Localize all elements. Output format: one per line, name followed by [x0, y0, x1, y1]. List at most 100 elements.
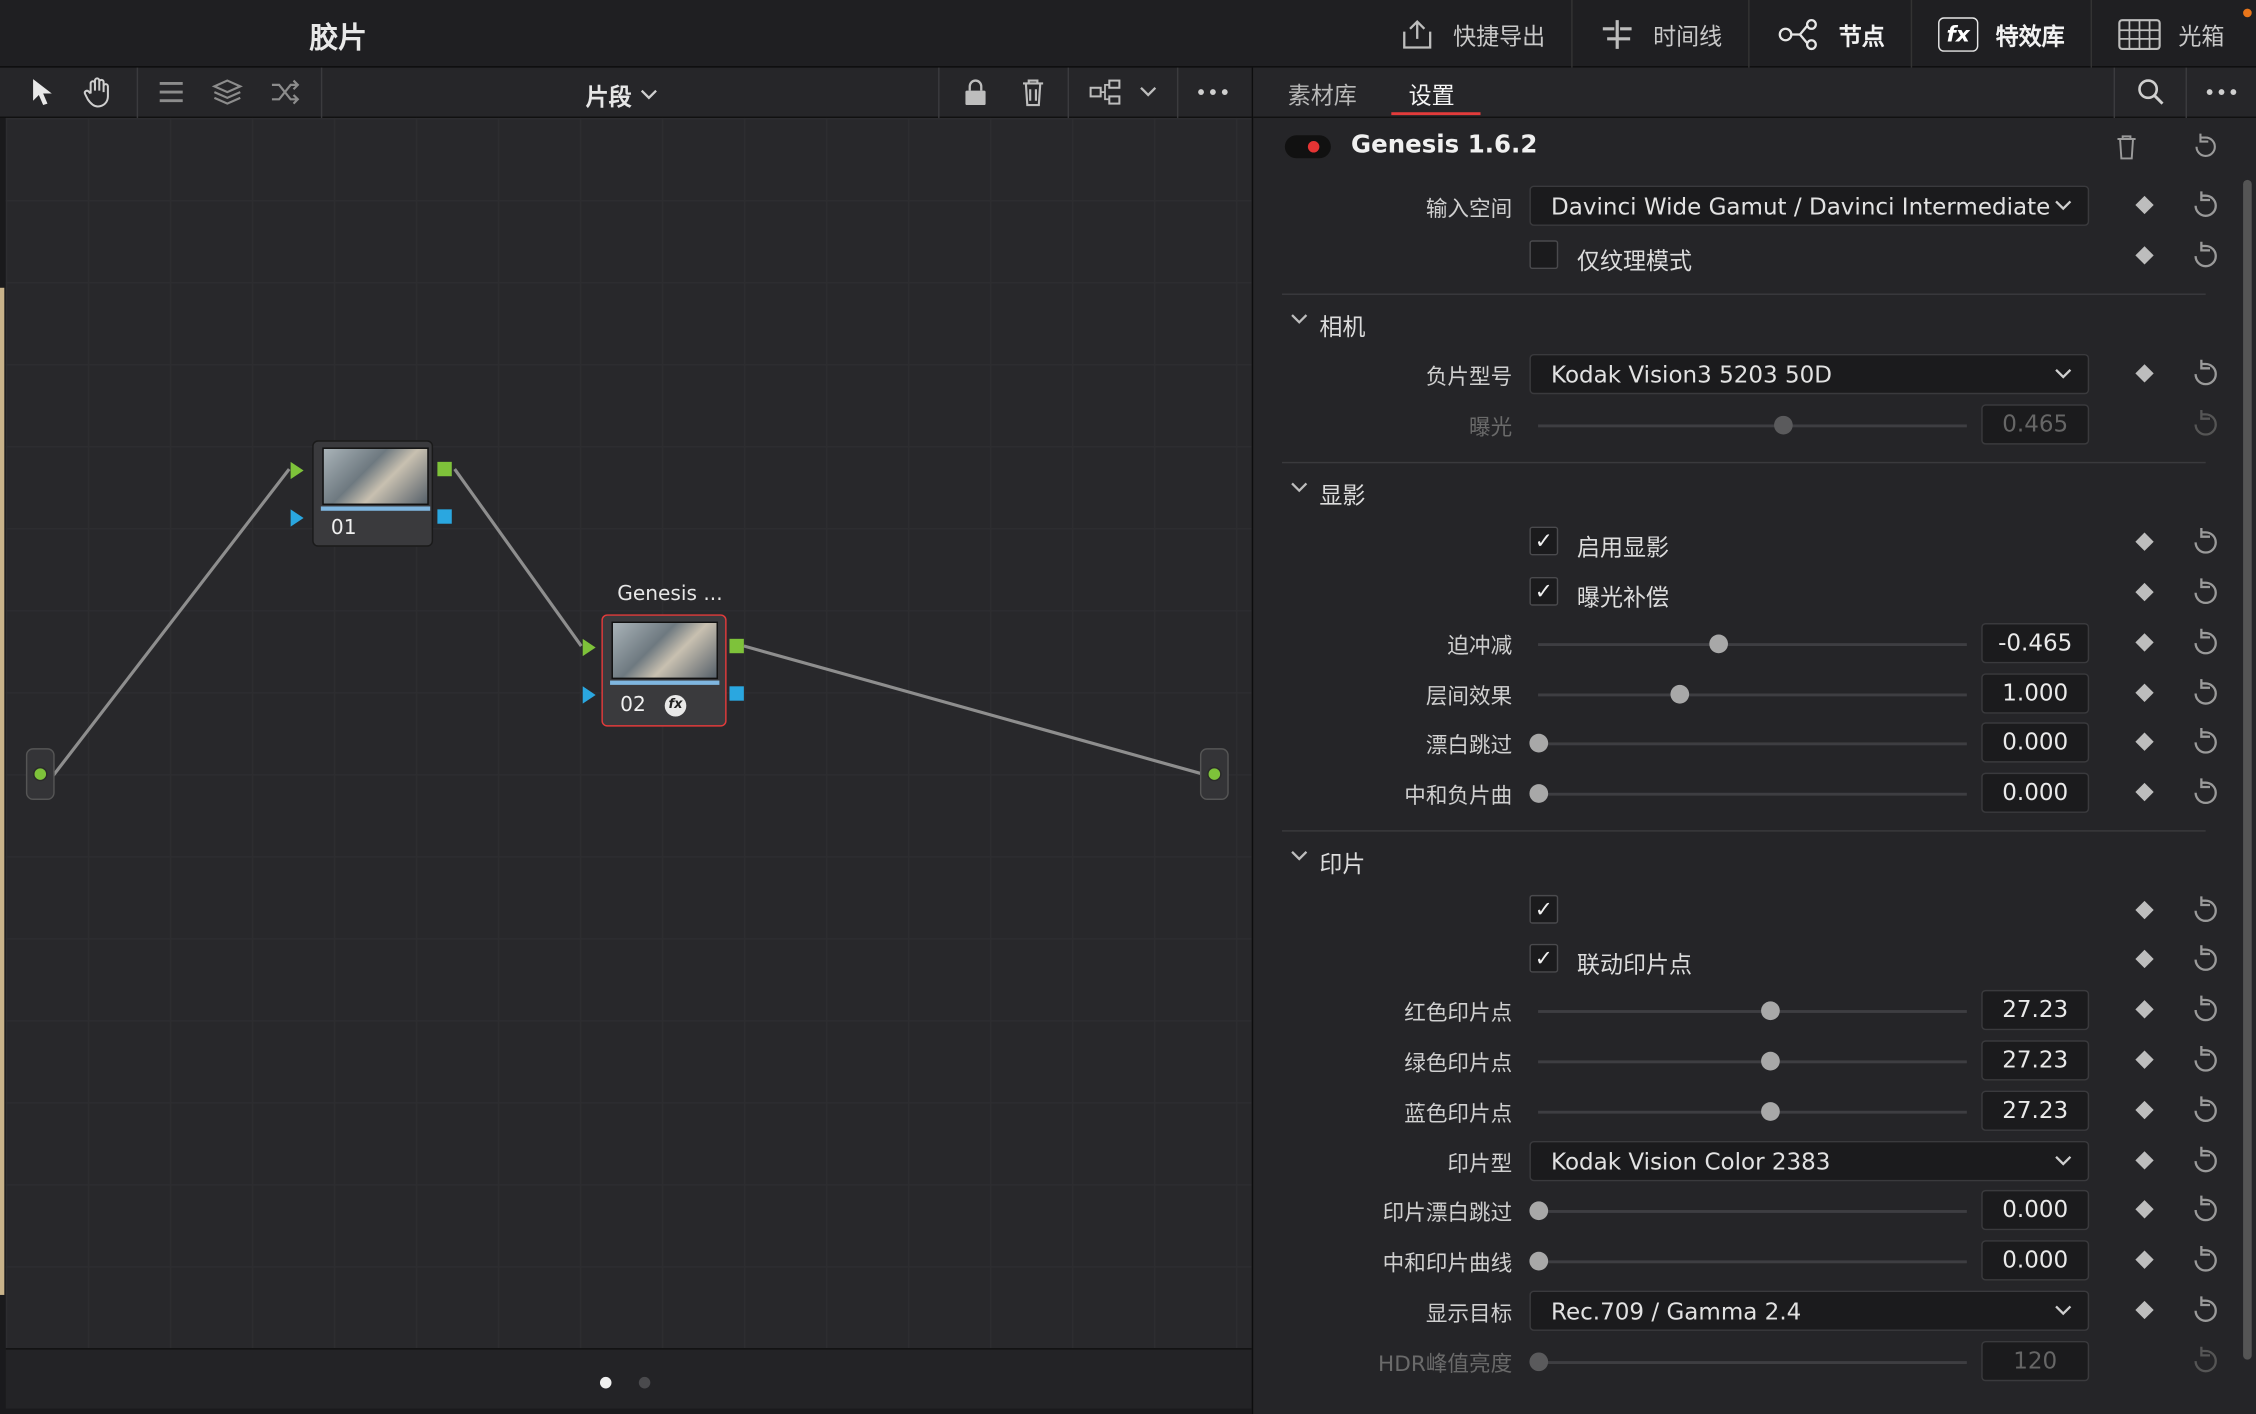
page-dot[interactable] [638, 1376, 651, 1389]
reset-icon[interactable] [2190, 1095, 2222, 1127]
node-01[interactable]: 01 [312, 440, 434, 547]
output-endpoint[interactable] [1199, 748, 1229, 800]
keyframe-icon[interactable] [2135, 949, 2154, 969]
hand-tool-icon[interactable] [82, 76, 114, 108]
page-dot-active[interactable] [599, 1376, 612, 1389]
segment-dropdown[interactable]: 片段 [586, 78, 658, 113]
reset-icon[interactable] [2190, 627, 2222, 659]
hdr-peak-value[interactable]: 120 [1981, 1340, 2090, 1382]
reset-icon[interactable] [2190, 240, 2222, 272]
slider-knob[interactable] [1529, 1352, 1549, 1372]
reset-icon[interactable] [2190, 577, 2222, 609]
print-section-header[interactable]: 印片 [1253, 835, 2256, 884]
keyframe-icon[interactable] [2135, 1050, 2154, 1069]
input-endpoint[interactable] [25, 748, 55, 800]
slider-knob[interactable] [1709, 634, 1729, 654]
keyframe-icon[interactable] [2135, 582, 2154, 602]
keyframe-icon[interactable] [2135, 246, 2154, 265]
more-options-icon[interactable] [2206, 76, 2238, 108]
negative-dropdown[interactable]: Kodak Vision3 5203 50D [1529, 353, 2090, 395]
print-bleach-slider[interactable] [1529, 1201, 1967, 1221]
node-graph-canvas[interactable]: 01 Genesis ... 02 fx [5, 117, 1252, 1349]
push-pull-slider[interactable] [1538, 634, 1967, 654]
reset-all-icon[interactable] [2190, 131, 2222, 163]
reset-icon[interactable] [2190, 678, 2222, 710]
reset-icon[interactable] [2190, 1245, 2222, 1277]
keyframe-icon[interactable] [2135, 732, 2154, 751]
neutral-print-slider[interactable] [1529, 1251, 1967, 1271]
input-space-dropdown[interactable]: Davinci Wide Gamut / Davinci Intermediat… [1529, 185, 2090, 226]
neutral-neg-value[interactable]: 0.000 [1981, 772, 2090, 813]
reset-icon[interactable] [2190, 1045, 2222, 1077]
reset-icon[interactable] [2190, 994, 2222, 1026]
keyframe-icon[interactable] [2135, 633, 2154, 652]
node-01-alpha-input[interactable] [290, 509, 304, 527]
shuffle-icon[interactable] [269, 76, 301, 108]
link-points-checkbox[interactable]: ✓ [1529, 943, 1559, 973]
exposure-comp-checkbox[interactable]: ✓ [1529, 576, 1559, 606]
slider-knob[interactable] [1529, 1251, 1549, 1271]
node-02-alpha-input[interactable] [582, 686, 596, 704]
keyframe-icon[interactable] [2135, 782, 2154, 802]
slider-knob[interactable] [1529, 1201, 1549, 1221]
green-point-slider[interactable] [1538, 1051, 1967, 1071]
exposure-slider[interactable] [1538, 415, 1967, 435]
lock-icon[interactable] [960, 76, 992, 108]
blue-point-value[interactable]: 27.23 [1981, 1090, 2090, 1131]
lightbox-button[interactable]: 光箱 [2090, 0, 2256, 68]
keyframe-icon[interactable] [2135, 1151, 2154, 1170]
slider-knob[interactable] [1760, 1001, 1780, 1021]
reset-icon[interactable] [2190, 727, 2222, 759]
print-enable-checkbox[interactable]: ✓ [1529, 894, 1559, 924]
effects-button[interactable]: fx 特效库 [1910, 0, 2091, 68]
neutral-print-value[interactable]: 0.000 [1981, 1240, 2090, 1281]
slider-knob[interactable] [1529, 784, 1549, 803]
keyframe-icon[interactable] [2135, 532, 2154, 551]
keyframe-icon[interactable] [2135, 1250, 2154, 1269]
slider-knob[interactable] [1773, 415, 1793, 435]
hdr-peak-slider[interactable] [1529, 1352, 1967, 1372]
interlayer-slider[interactable] [1538, 684, 1967, 704]
timeline-button[interactable]: 时间线 [1571, 0, 1748, 68]
display-target-dropdown[interactable]: Rec.709 / Gamma 2.4 [1529, 1290, 2090, 1331]
keyframe-icon[interactable] [2135, 1200, 2154, 1219]
pointer-tool-icon[interactable] [26, 76, 58, 108]
output-port[interactable] [1207, 766, 1222, 782]
node-02-rgb-input[interactable] [582, 638, 596, 657]
print-bleach-value[interactable]: 0.000 [1981, 1189, 2090, 1231]
search-icon[interactable] [2135, 76, 2167, 108]
input-port[interactable] [33, 766, 48, 782]
reset-icon[interactable] [2190, 358, 2222, 390]
neutral-neg-slider[interactable] [1529, 784, 1967, 803]
reset-icon[interactable] [2190, 190, 2222, 222]
trash-icon[interactable] [1017, 76, 1049, 108]
bleach-slider[interactable] [1529, 733, 1967, 753]
reset-icon[interactable] [2190, 895, 2222, 927]
slider-knob[interactable] [1760, 1051, 1780, 1071]
keyframe-icon[interactable] [2135, 900, 2154, 920]
red-point-value[interactable]: 27.23 [1981, 989, 2090, 1031]
exposure-value[interactable]: 0.465 [1981, 404, 2090, 445]
node-02-rgb-output[interactable] [729, 638, 744, 654]
effect-enable-toggle[interactable] [1284, 135, 1331, 159]
green-point-value[interactable]: 27.23 [1981, 1040, 2090, 1081]
node-01-rgb-output[interactable] [437, 461, 452, 477]
align-icon[interactable] [155, 76, 187, 108]
bleach-value[interactable]: 0.000 [1981, 722, 2090, 763]
push-pull-value[interactable]: -0.465 [1981, 623, 2090, 664]
reset-icon[interactable] [2190, 1295, 2222, 1327]
more-options-icon[interactable] [1197, 76, 1229, 108]
keyframe-icon[interactable] [2135, 1300, 2154, 1320]
blue-point-slider[interactable] [1538, 1102, 1967, 1121]
layers-icon[interactable] [211, 76, 244, 108]
keyframe-icon[interactable] [2135, 1000, 2154, 1019]
reset-icon[interactable] [2190, 777, 2222, 809]
print-type-dropdown[interactable]: Kodak Vision Color 2383 [1529, 1140, 2090, 1182]
node-layout-icon[interactable] [1089, 76, 1121, 108]
node-01-alpha-output[interactable] [437, 509, 452, 524]
keyframe-icon[interactable] [2135, 1100, 2154, 1120]
quick-export-button[interactable]: 快捷导出 [1373, 0, 1572, 68]
node-02-alpha-output[interactable] [729, 686, 744, 701]
slider-knob[interactable] [1670, 684, 1690, 704]
slider-knob[interactable] [1529, 733, 1549, 753]
